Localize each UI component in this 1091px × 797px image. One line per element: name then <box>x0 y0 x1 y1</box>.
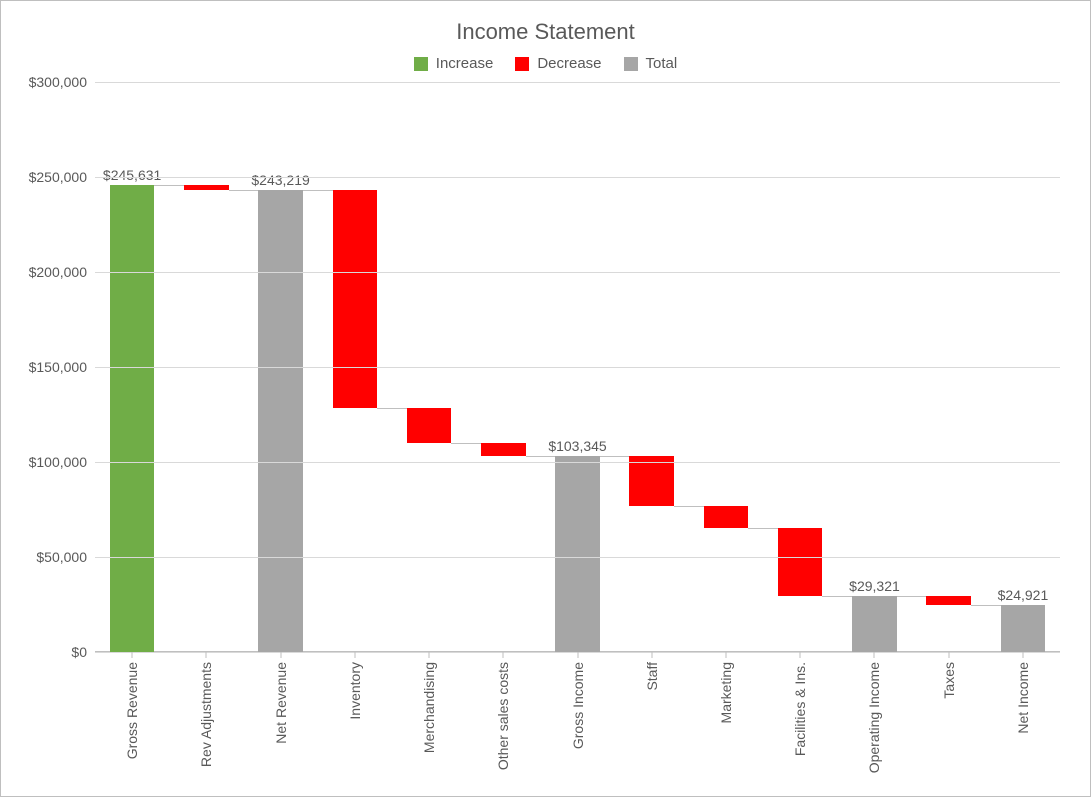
gridline <box>95 82 1060 83</box>
x-label-slot: Marketing <box>689 652 763 782</box>
bar-decrease <box>926 596 971 604</box>
y-axis-label: $150,000 <box>25 359 87 375</box>
x-label-slot: Net Revenue <box>243 652 317 782</box>
x-label-slot: Facilities & Ins. <box>763 652 837 782</box>
legend-label-total: Total <box>646 55 678 72</box>
x-axis-label: Operating Income <box>866 662 882 773</box>
plot-area: $245,631$243,219$103,345$29,321$24,921 $… <box>95 82 1060 652</box>
x-label-slot: Operating Income <box>837 652 911 782</box>
x-label-slot: Taxes <box>912 652 986 782</box>
gridline <box>95 557 1060 558</box>
x-tick <box>354 652 355 658</box>
bar-decrease <box>333 190 378 408</box>
y-axis-label: $300,000 <box>25 74 87 90</box>
x-tick <box>1022 652 1023 658</box>
x-tick <box>280 652 281 658</box>
legend-label-decrease: Decrease <box>537 55 601 72</box>
legend-swatch-increase <box>414 57 428 71</box>
x-tick <box>206 652 207 658</box>
y-axis-label: $200,000 <box>25 264 87 280</box>
x-tick <box>503 652 504 658</box>
x-label-slot: Staff <box>615 652 689 782</box>
x-label-slot: Other sales costs <box>466 652 540 782</box>
y-axis-label: $0 <box>25 644 87 660</box>
x-label-slot: Inventory <box>318 652 392 782</box>
x-axis-labels: Gross Revenue Rev Adjustments Net Revenue I… <box>95 652 1060 782</box>
x-label-slot: Gross Revenue <box>95 652 169 782</box>
chart-title: Income Statement <box>25 19 1066 45</box>
x-axis-label: Net Revenue <box>273 662 289 744</box>
x-tick <box>132 652 133 658</box>
gridline <box>95 177 1060 178</box>
x-tick <box>948 652 949 658</box>
data-label: $103,345 <box>540 438 614 456</box>
x-tick <box>874 652 875 658</box>
x-tick <box>725 652 726 658</box>
bar-total <box>258 190 303 652</box>
x-axis-label: Rev Adjustments <box>198 662 214 767</box>
x-label-slot: Gross Income <box>540 652 614 782</box>
x-tick <box>429 652 430 658</box>
x-axis-label: Taxes <box>941 662 957 699</box>
gridline <box>95 272 1060 273</box>
bar-decrease <box>629 456 674 507</box>
gridline <box>95 367 1060 368</box>
bar-total <box>1001 605 1046 652</box>
x-axis-label: Net Income <box>1015 662 1031 734</box>
x-axis-label: Staff <box>644 662 660 691</box>
legend-swatch-decrease <box>515 57 529 71</box>
x-tick <box>577 652 578 658</box>
bar-decrease <box>407 408 452 443</box>
legend-label-increase: Increase <box>436 55 494 72</box>
x-axis-label: Gross Income <box>570 662 586 749</box>
x-axis-label: Marketing <box>718 662 734 723</box>
bar-total <box>852 596 897 652</box>
x-label-slot: Rev Adjustments <box>169 652 243 782</box>
x-label-slot: Net Income <box>986 652 1060 782</box>
bar-decrease <box>778 528 823 596</box>
legend-swatch-total <box>624 57 638 71</box>
bar-total <box>555 456 600 652</box>
x-axis-label: Inventory <box>347 662 363 720</box>
bar-decrease <box>704 506 749 527</box>
legend-increase: Increase <box>414 55 494 72</box>
legend-decrease: Decrease <box>515 55 601 72</box>
legend-total: Total <box>624 55 678 72</box>
x-axis-label: Gross Revenue <box>124 662 140 759</box>
gridline <box>95 462 1060 463</box>
chart-frame: Income Statement Increase Decrease Total… <box>0 0 1091 797</box>
legend: Increase Decrease Total <box>25 55 1066 72</box>
data-label: $29,321 <box>837 578 911 596</box>
x-tick <box>651 652 652 658</box>
bar-increase <box>110 185 155 652</box>
x-tick <box>800 652 801 658</box>
x-axis-label: Other sales costs <box>495 662 511 770</box>
y-axis-label: $100,000 <box>25 454 87 470</box>
y-axis-label: $50,000 <box>25 549 87 565</box>
x-label-slot: Merchandising <box>392 652 466 782</box>
y-axis-label: $250,000 <box>25 169 87 185</box>
bar-decrease <box>184 185 229 190</box>
bar-decrease <box>481 443 526 455</box>
x-axis-label: Facilities & Ins. <box>792 662 808 756</box>
data-label: $24,921 <box>986 587 1060 605</box>
data-label: $243,219 <box>243 172 317 190</box>
x-axis-label: Merchandising <box>421 662 437 753</box>
